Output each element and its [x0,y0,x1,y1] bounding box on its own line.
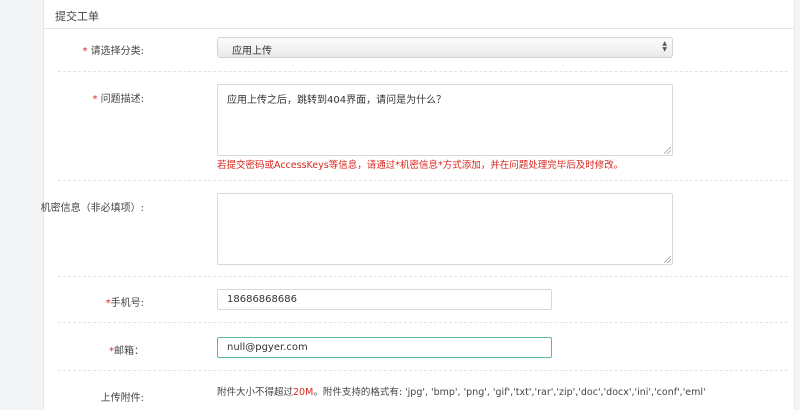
category-selected-value: 应用上传 [232,46,272,57]
category-select[interactable]: 应用上传 ▲ ▼ [217,37,673,58]
row-divider [58,370,788,371]
page-title: 提交工单 [55,10,99,23]
confidential-warning: 若提交密码或AccessKeys等信息，请通过*机密信息*方式添加，并在问题处理… [217,160,624,171]
email-value: null@pgyer.com [227,342,308,353]
panel-header: 提交工单 [44,0,794,29]
row-divider [58,276,788,277]
phone-input[interactable]: 18686868686 [217,289,552,310]
ticket-form-panel: 提交工单 * 请选择分类: 应用上传 ▲ ▼ * 问题描述: 应用上传之后，跳转到… [40,0,795,410]
attachment-label: 上传附件: [100,393,144,404]
description-text: 应用上传之后，跳转到404界面，请问是为什么？ [227,95,447,106]
row-divider [58,322,788,323]
row-divider [58,71,788,72]
confidential-textarea[interactable] [217,193,673,265]
email-label: *邮箱： [109,346,144,357]
select-arrows-icon: ▲ ▼ [662,40,667,53]
size-limit: 20M [293,387,314,398]
resize-grip-icon[interactable] [664,147,671,154]
resize-grip-icon[interactable] [664,256,671,263]
category-label: * 请选择分类: [82,46,144,57]
phone-label: *手机号: [105,298,144,309]
attachment-note: 附件大小不得超过20M。附件支持的格式有: 'jpg', 'bmp', 'png… [217,387,706,398]
confidential-label: 机密信息（非必填项）: [40,203,144,214]
description-textarea[interactable]: 应用上传之后，跳转到404界面，请问是为什么？ [217,84,673,156]
row-divider [58,180,788,181]
email-input[interactable]: null@pgyer.com [217,337,552,358]
description-label: * 问题描述: [92,94,144,105]
phone-value: 18686868686 [227,294,297,305]
